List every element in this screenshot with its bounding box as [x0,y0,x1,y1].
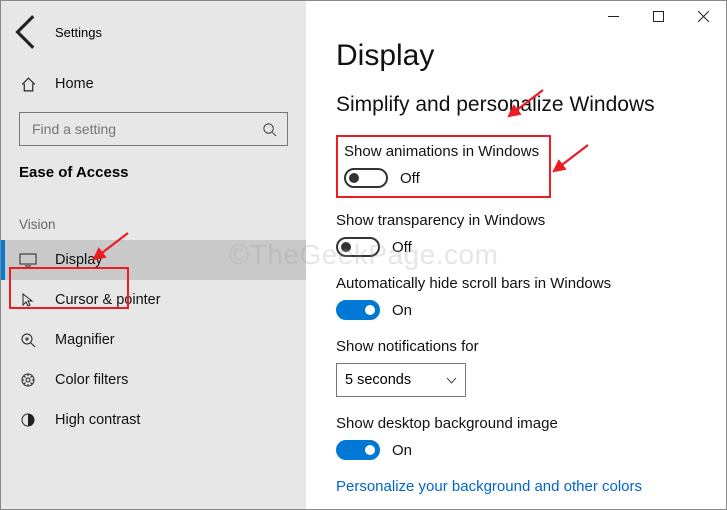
sidebar: Settings Home Ease of Access Vision Disp… [1,1,306,509]
contrast-icon [19,412,37,428]
sidebar-item-label: Magnifier [55,332,115,348]
nav-home-label: Home [55,76,94,92]
nav-home[interactable]: Home [1,64,306,104]
minimize-button[interactable] [591,1,636,31]
setting-label-scrollbars: Automatically hide scroll bars in Window… [336,275,696,292]
sidebar-item-magnifier[interactable]: Magnifier [1,320,306,360]
toggle-transparency-state: Off [392,239,412,256]
window-title: Settings [35,25,306,40]
annotation-highlight-animations: Show animations in Windows Off [336,135,551,198]
chevron-down-icon [446,375,457,386]
toggle-animations-state: Off [400,170,420,187]
setting-label-animations: Show animations in Windows [344,143,539,160]
titlebar [591,1,726,31]
sidebar-item-cursor[interactable]: Cursor & pointer [1,280,306,320]
select-notifications-value: 5 seconds [345,372,411,388]
sidebar-item-display[interactable]: Display [1,240,306,280]
sidebar-group-vision: Vision [1,181,306,240]
setting-label-background: Show desktop background image [336,415,696,432]
toggle-scrollbars[interactable] [336,300,380,320]
page-subtitle: Simplify and personalize Windows [336,93,696,117]
sidebar-section: Ease of Access [1,146,306,181]
sidebar-item-color-filters[interactable]: Color filters [1,360,306,400]
search-icon [262,122,277,137]
page-title: Display [336,39,696,73]
select-notifications[interactable]: 5 seconds [336,363,466,397]
toggle-background[interactable] [336,440,380,460]
toggle-animations[interactable] [344,168,388,188]
sidebar-item-label: Color filters [55,372,128,388]
main-content: Display Simplify and personalize Windows… [306,1,726,509]
maximize-button[interactable] [636,1,681,31]
display-icon [19,253,37,267]
home-icon [19,76,37,93]
sidebar-item-label: High contrast [55,412,140,428]
setting-label-transparency: Show transparency in Windows [336,212,696,229]
search-input[interactable] [30,120,262,138]
toggle-transparency[interactable] [336,237,380,257]
sidebar-item-label: Cursor & pointer [55,292,161,308]
sidebar-item-high-contrast[interactable]: High contrast [1,400,306,440]
back-button[interactable] [7,11,49,53]
sidebar-item-label: Display [55,252,103,268]
search-box[interactable] [19,112,288,146]
toggle-background-state: On [392,442,412,459]
color-filters-icon [19,372,37,388]
magnifier-icon [19,332,37,348]
toggle-scrollbars-state: On [392,302,412,319]
link-personalize[interactable]: Personalize your background and other co… [336,478,696,495]
close-button[interactable] [681,1,726,31]
setting-label-notifications: Show notifications for [336,338,696,355]
cursor-icon [19,292,37,308]
